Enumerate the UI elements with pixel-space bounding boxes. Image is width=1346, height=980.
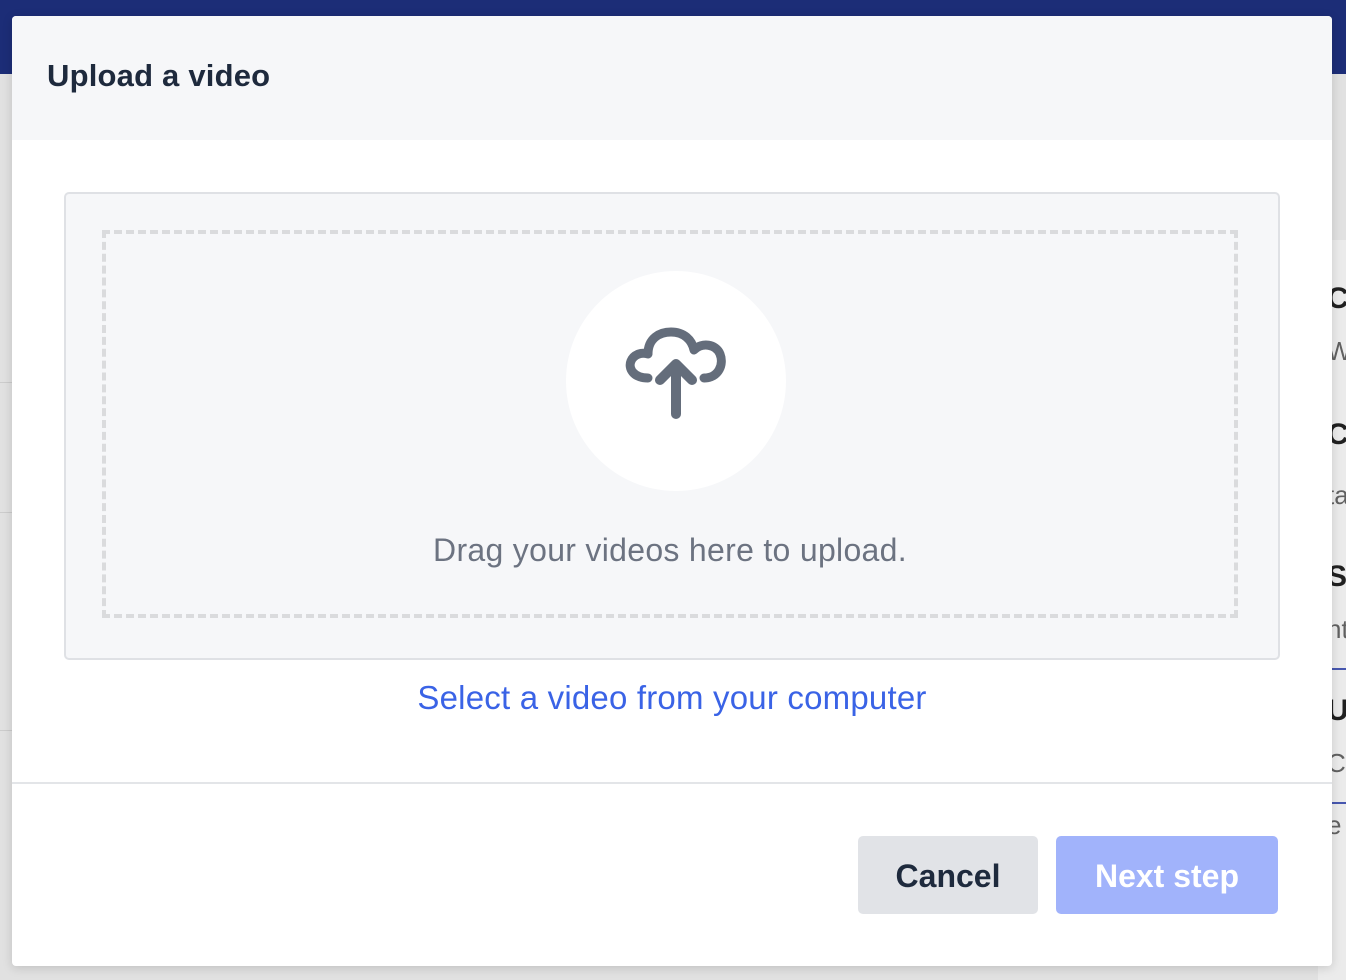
upload-icon-circle xyxy=(566,271,786,491)
drag-instruction: Drag your videos here to upload. xyxy=(433,532,907,568)
upload-dropzone[interactable]: Drag your videos here to upload. xyxy=(64,192,1280,660)
upload-video-modal: Upload a video Drag your videos here to … xyxy=(12,16,1332,966)
select-video-link[interactable]: Select a video from your computer xyxy=(12,679,1332,717)
cancel-button[interactable]: Cancel xyxy=(858,836,1038,914)
footer-divider xyxy=(12,782,1332,784)
next-step-button[interactable]: Next step xyxy=(1056,836,1278,914)
dropzone-dashed-area[interactable]: Drag your videos here to upload. xyxy=(102,230,1238,618)
cloud-upload-icon xyxy=(625,327,726,419)
modal-header: Upload a video xyxy=(12,16,1332,140)
modal-title: Upload a video xyxy=(47,58,271,93)
